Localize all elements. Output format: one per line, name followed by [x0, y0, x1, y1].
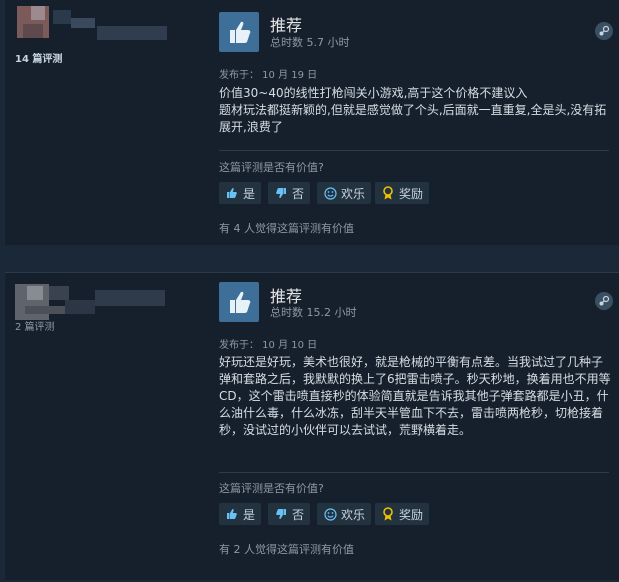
- vote-no-label: 否: [292, 507, 305, 522]
- review-count[interactable]: 2 篇评测: [15, 318, 55, 333]
- divider: [219, 472, 609, 473]
- vote-funny-label: 欢乐: [341, 507, 366, 522]
- award-label: 奖励: [399, 507, 424, 522]
- recommendation-title[interactable]: 推荐: [270, 12, 302, 36]
- vote-no-button[interactable]: 否: [268, 503, 311, 525]
- thumb-up-small-icon: [225, 186, 239, 200]
- steam-icon: [595, 292, 613, 310]
- review-text: 好玩还是好玩，美术也很好，就是枪械的平衡有点差。当我试过了几种子弹和套路之后，我…: [219, 355, 611, 437]
- review-card-2: 2 篇评测 推荐 总时数 15.2 小时 发布于： 10 月 10 日 好玩还是…: [5, 272, 619, 580]
- hours-played: 总时数 15.2 小时: [270, 306, 357, 319]
- thumb-down-small-icon: [274, 507, 288, 521]
- vote-funny-button[interactable]: 欢乐: [317, 503, 372, 525]
- vote-yes-button[interactable]: 是: [219, 182, 262, 204]
- smile-icon: [323, 507, 337, 521]
- award-button[interactable]: 奖励: [375, 503, 430, 525]
- review-text: 价值30~40的线性打枪闯关小游戏,高于这个价格不建议入 题材玩法都挺新颖的,但…: [219, 86, 607, 134]
- hours-played: 总时数 5.7 小时: [270, 36, 350, 49]
- review-count[interactable]: 14 篇评测: [15, 50, 62, 65]
- thumbs-up-icon[interactable]: [219, 12, 259, 52]
- award-icon: [381, 186, 395, 200]
- divider: [5, 272, 619, 273]
- posted-date: 发布于： 10 月 19 日: [219, 70, 318, 81]
- found-helpful: 有 4 人觉得这篇评测有价值: [219, 222, 354, 235]
- smile-icon: [323, 186, 337, 200]
- steam-icon: [595, 22, 613, 40]
- divider: [219, 150, 609, 151]
- vote-yes-label: 是: [243, 186, 256, 201]
- vote-yes-label: 是: [243, 507, 256, 522]
- vote-yes-button[interactable]: 是: [219, 503, 262, 525]
- review-card-1: 14 篇评测 推荐 总时数 5.7 小时 发布于： 10 月 19 日 价值30…: [5, 0, 619, 245]
- helpful-question: 这篇评测是否有价值?: [219, 161, 324, 174]
- vote-no-button[interactable]: 否: [268, 182, 311, 204]
- vote-funny-label: 欢乐: [341, 186, 366, 201]
- thumbs-up-icon[interactable]: [219, 282, 259, 322]
- helpful-question: 这篇评测是否有价值?: [219, 482, 324, 495]
- award-icon: [381, 507, 395, 521]
- posted-date: 发布于： 10 月 10 日: [219, 340, 318, 351]
- award-label: 奖励: [399, 186, 424, 201]
- vote-funny-button[interactable]: 欢乐: [317, 182, 372, 204]
- award-button[interactable]: 奖励: [375, 182, 430, 204]
- thumb-up-small-icon: [225, 507, 239, 521]
- found-helpful: 有 2 人觉得这篇评测有价值: [219, 543, 354, 556]
- vote-no-label: 否: [292, 186, 305, 201]
- thumb-down-small-icon: [274, 186, 288, 200]
